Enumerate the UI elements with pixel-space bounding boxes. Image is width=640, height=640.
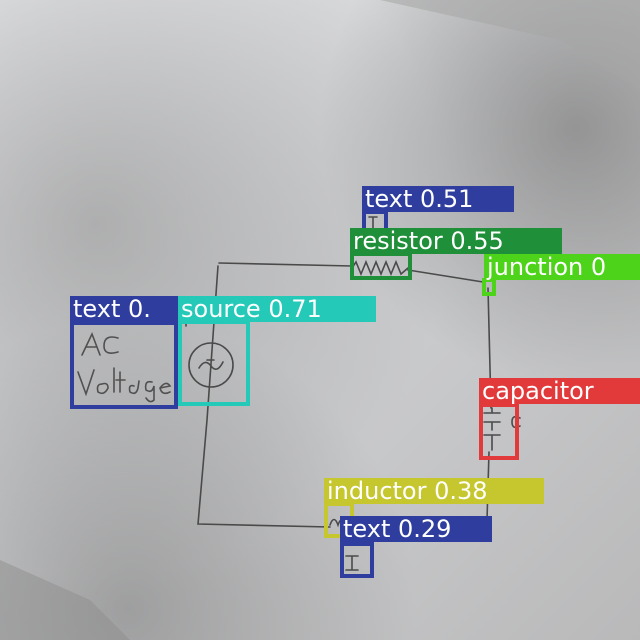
confidence-score: 0.38 xyxy=(434,478,488,504)
resistor-detection-label: resistor 0.55 xyxy=(350,228,562,254)
class-name: source xyxy=(181,296,261,322)
text-detection-box-2 xyxy=(70,321,178,409)
confidence-score: 0.55 xyxy=(450,228,504,254)
class-name: resistor xyxy=(353,228,443,254)
capacitor-detection-label: capacitor xyxy=(479,378,640,404)
class-name: text xyxy=(365,186,413,212)
confidence-score: 0.29 xyxy=(398,516,452,542)
class-name: text xyxy=(73,296,121,322)
text-detection-label-2: text 0. xyxy=(70,296,178,322)
text-detection-label-3: text 0.29 xyxy=(340,516,492,542)
source-detection-box xyxy=(178,320,250,406)
resistor-detection-box xyxy=(350,252,412,280)
confidence-score: 0.71 xyxy=(268,296,322,322)
confidence-score: 0. xyxy=(128,296,151,322)
text-detection-label-1: text 0.51 xyxy=(362,186,514,212)
junction-detection-label: junction 0 xyxy=(484,254,640,280)
confidence-score: 0 xyxy=(590,254,607,280)
capacitor-detection-box xyxy=(479,403,519,460)
class-name: junction xyxy=(487,254,584,280)
class-name: text xyxy=(343,516,391,542)
confidence-score: 0.51 xyxy=(420,186,474,212)
inductor-detection-label: inductor 0.38 xyxy=(324,478,544,504)
text-detection-box-3 xyxy=(340,542,374,578)
class-name: capacitor xyxy=(482,378,594,404)
class-name: inductor xyxy=(327,478,427,504)
junction-detection-box xyxy=(482,278,496,296)
detection-scene: text 0.51 resistor 0.55 junction 0 text … xyxy=(0,0,640,640)
source-detection-label: source 0.71 xyxy=(178,296,376,322)
